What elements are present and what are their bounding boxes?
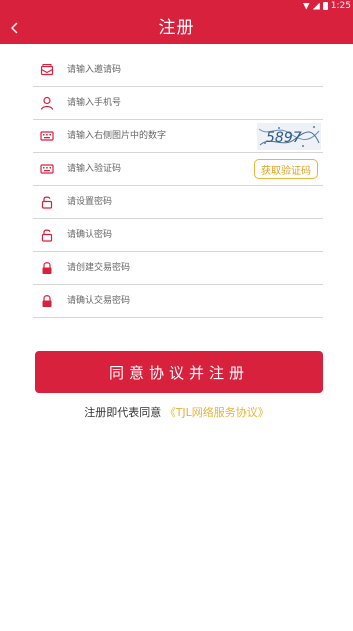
captcha-image[interactable]: 5897 xyxy=(257,123,321,150)
password-input[interactable] xyxy=(67,192,323,212)
agreement-line: 注册即代表同意 《TJL网络服务协议》 xyxy=(0,404,353,420)
service-agreement-link[interactable]: 《TJL网络服务协议》 xyxy=(165,406,269,419)
battery-icon xyxy=(322,2,328,10)
phone-input[interactable] xyxy=(67,93,323,113)
page-title: 注册 xyxy=(158,18,195,38)
keyboard-icon xyxy=(40,131,54,141)
register-form: 5897 获取验证码 xyxy=(33,54,323,318)
confirm-trade-password-input[interactable] xyxy=(67,291,323,311)
password-row xyxy=(33,186,323,219)
status-time: 1:25 xyxy=(330,1,351,11)
agree-and-register-button[interactable]: 同意协议并注册 xyxy=(35,351,323,393)
confirm-password-row xyxy=(33,219,323,252)
sms-code-row: 获取验证码 xyxy=(33,153,323,186)
status-bar: 1:25 xyxy=(0,0,353,12)
signal-icon xyxy=(312,2,320,10)
invite-code-input[interactable] xyxy=(67,60,323,80)
keyboard-icon xyxy=(40,164,54,174)
app-bar: 注册 xyxy=(0,12,353,44)
captcha-graphic: 5897 xyxy=(257,123,321,150)
person-icon xyxy=(40,96,54,110)
envelope-icon xyxy=(40,64,54,76)
captcha-row: 5897 xyxy=(33,120,323,153)
captcha-text: 5897 xyxy=(266,130,302,146)
unlock-icon xyxy=(41,196,53,209)
lock-icon xyxy=(42,295,52,307)
unlock-icon xyxy=(41,229,53,242)
trade-password-row xyxy=(33,252,323,285)
get-code-button[interactable]: 获取验证码 xyxy=(254,159,318,179)
invite-code-row xyxy=(33,54,323,87)
phone-row xyxy=(33,87,323,120)
wifi-icon xyxy=(302,2,310,10)
confirm-password-input[interactable] xyxy=(67,225,323,245)
confirm-trade-password-row xyxy=(33,285,323,318)
agreement-prefix: 注册即代表同意 xyxy=(84,406,162,419)
lock-icon xyxy=(42,262,52,274)
trade-password-input[interactable] xyxy=(67,258,323,278)
